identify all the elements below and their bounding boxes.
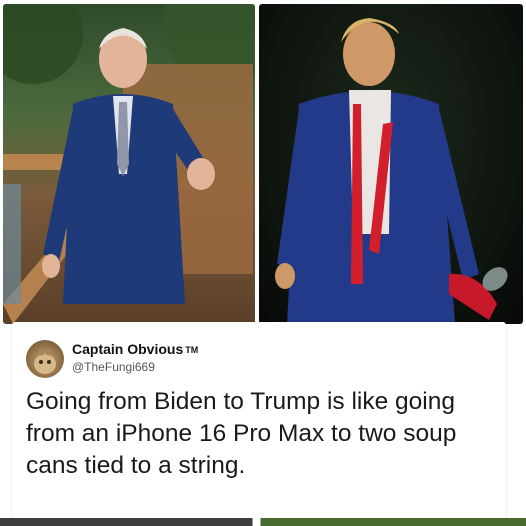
avatar-image (34, 348, 56, 374)
right-photo-illustration (275, 18, 508, 324)
display-name[interactable]: Captain Obvious TM (72, 341, 198, 357)
left-photo-illustration (3, 4, 255, 324)
display-name-text: Captain Obvious (72, 341, 184, 357)
tweet-card: Captain Obvious TM @TheFungi669 Going fro… (12, 322, 506, 518)
right-photo (259, 4, 523, 324)
trademark-label: TM (185, 345, 199, 355)
avatar[interactable] (26, 340, 64, 378)
bottom-photo-strip (0, 518, 526, 526)
left-photo (3, 4, 255, 324)
tweet-text: Going from Biden to Trump is like going … (26, 388, 457, 479)
user-handle[interactable]: @TheFungi669 (72, 360, 155, 374)
